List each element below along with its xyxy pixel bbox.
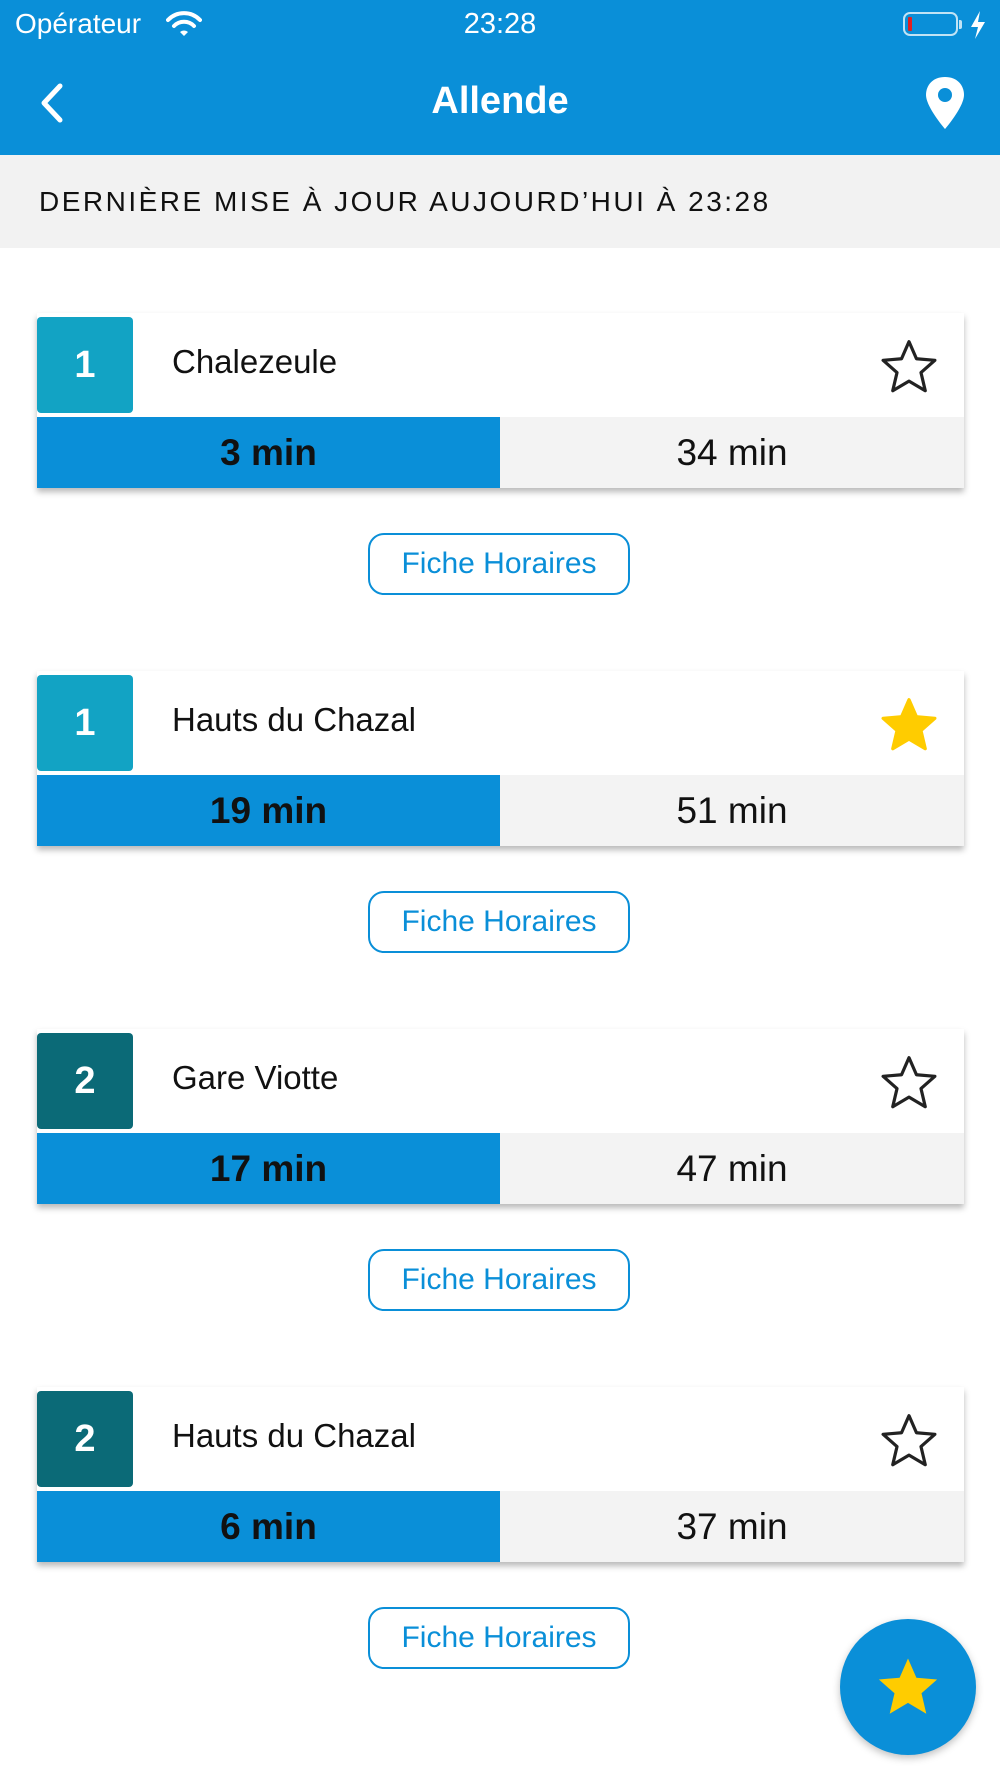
map-pin-icon [926,77,964,129]
last-update-text: DERNIÈRE MISE À JOUR AUJOURD’HUI À 23:28 [39,186,771,217]
departure-card[interactable]: 2 Gare Viotte 17 min 47 min [37,1029,964,1204]
page-title: Allende [431,80,569,122]
next-departure-time: 6 min [37,1491,500,1562]
next-departure-time: 3 min [37,417,500,488]
following-departure-time: 47 min [500,1133,964,1204]
favorite-star-outline-icon[interactable] [877,1051,941,1115]
timetable-button[interactable]: Fiche Horaires [368,891,630,953]
timetable-button[interactable]: Fiche Horaires [368,533,630,595]
next-departure-time: 19 min [37,775,500,846]
map-button[interactable] [920,74,970,134]
favorite-star-filled-icon[interactable] [877,693,941,757]
departure-card[interactable]: 1 Hauts du Chazal 19 min 51 min [37,671,964,846]
last-update-banner: DERNIÈRE MISE À JOUR AUJOURD’HUI À 23:28 [0,155,1000,248]
following-departure-time: 34 min [500,417,964,488]
charging-icon [969,10,987,45]
following-departure-time: 51 min [500,775,964,846]
timetable-button[interactable]: Fiche Horaires [368,1249,630,1311]
line-badge: 2 [37,1391,133,1487]
times-row: 6 min 37 min [37,1491,964,1562]
status-bar: Opérateur 23:28 [0,0,1000,50]
times-row: 17 min 47 min [37,1133,964,1204]
destination-label: Hauts du Chazal [172,701,416,738]
favorite-star-outline-icon[interactable] [877,1409,941,1473]
battery-nub [959,20,962,29]
favorites-fab-button[interactable] [840,1619,976,1755]
times-row: 3 min 34 min [37,417,964,488]
next-departure-time: 17 min [37,1133,500,1204]
star-filled-icon [878,1658,938,1714]
departure-card[interactable]: 2 Hauts du Chazal 6 min 37 min [37,1387,964,1562]
line-badge: 1 [37,317,133,413]
times-row: 19 min 51 min [37,775,964,846]
destination-label: Hauts du Chazal [172,1417,416,1454]
destination-label: Gare Viotte [172,1059,339,1096]
status-time: 23:28 [463,8,537,40]
line-badge: 2 [37,1033,133,1129]
following-departure-time: 37 min [500,1491,964,1562]
destination-label: Chalezeule [172,343,338,380]
timetable-button[interactable]: Fiche Horaires [368,1607,630,1669]
navigation-bar: Allende [0,50,1000,155]
line-badge: 1 [37,675,133,771]
favorite-star-outline-icon[interactable] [877,335,941,399]
battery-icon [903,12,958,36]
departure-card[interactable]: 1 Chalezeule 3 min 34 min [37,313,964,488]
